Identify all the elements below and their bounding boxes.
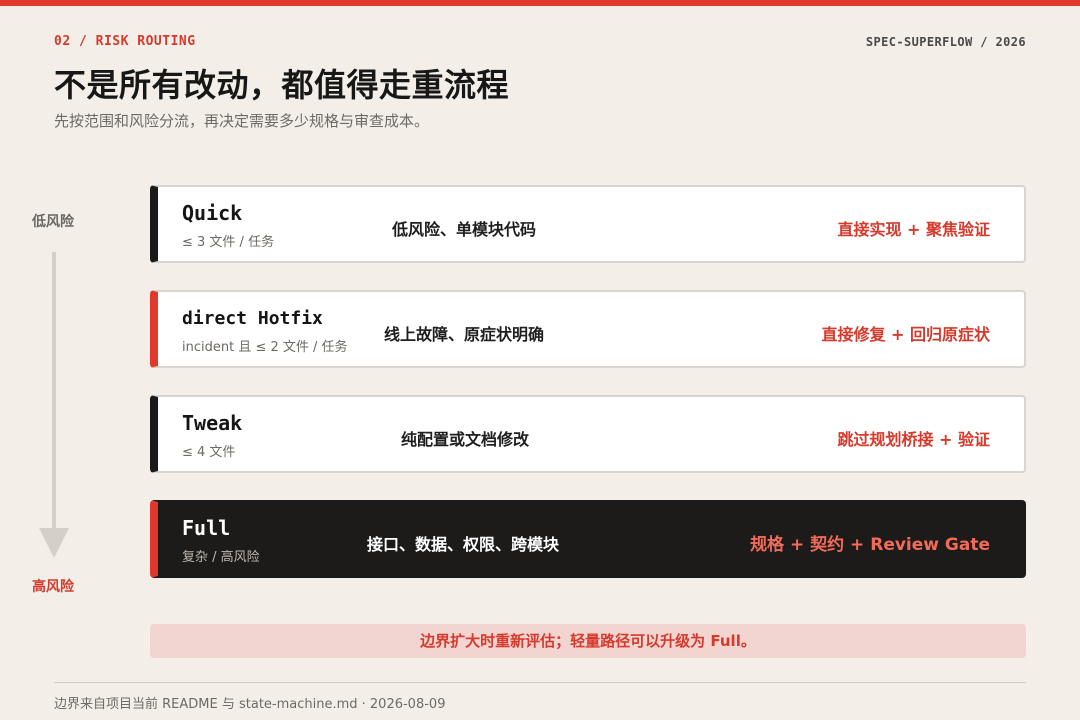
arrow-down-icon <box>39 528 69 558</box>
route-description: 纯配置或文档修改 <box>401 430 530 449</box>
route-action: 直接修复 + 回归原症状 <box>821 325 990 344</box>
risk-axis-line <box>52 252 56 532</box>
route-scope: ≤ 3 文件 / 任务 <box>182 235 275 250</box>
risk-low-label: 低风险 <box>32 214 74 230</box>
footer-divider <box>54 682 1026 683</box>
route-card-full: Full 复杂 / 高风险 接口、数据、权限、跨模块 规格 + 契约 + Rev… <box>150 500 1026 578</box>
route-scope: ≤ 4 文件 <box>182 445 236 460</box>
route-name: Quick <box>182 201 243 225</box>
route-name: direct Hotfix <box>182 308 323 329</box>
route-description: 线上故障、原症状明确 <box>384 325 545 344</box>
footer-source: 边界来自项目当前 README 与 state-machine.md · 202… <box>54 697 446 712</box>
section-kicker: 02 / RISK ROUTING <box>54 34 196 49</box>
route-card-quick: Quick ≤ 3 文件 / 任务 低风险、单模块代码 直接实现 + 聚焦验证 <box>150 185 1026 263</box>
route-card-tweak: Tweak ≤ 4 文件 纯配置或文档修改 跳过规划桥接 + 验证 <box>150 395 1026 473</box>
route-name: Full <box>182 516 231 540</box>
route-scope: 复杂 / 高风险 <box>182 550 260 565</box>
risk-high-label: 高风险 <box>32 579 74 595</box>
top-accent-bar <box>0 0 1080 6</box>
route-action: 直接实现 + 聚焦验证 <box>837 220 990 239</box>
brand-label: SPEC-SUPERFLOW / 2026 <box>865 35 1026 49</box>
route-description: 低风险、单模块代码 <box>392 220 537 239</box>
route-action: 跳过规划桥接 + 验证 <box>837 430 990 449</box>
reassessment-note: 边界扩大时重新评估；轻量路径可以升级为 Full。 <box>150 624 1026 658</box>
page-subtitle: 先按范围和风险分流，再决定需要多少规格与审查成本。 <box>54 112 430 130</box>
route-description: 接口、数据、权限、跨模块 <box>367 535 560 554</box>
route-scope: incident 且 ≤ 2 文件 / 任务 <box>182 340 348 355</box>
route-action: 规格 + 契约 + Review Gate <box>750 535 990 555</box>
route-card-hotfix: direct Hotfix incident 且 ≤ 2 文件 / 任务 线上故… <box>150 290 1026 368</box>
route-name: Tweak <box>182 411 243 435</box>
page-title: 不是所有改动，都值得走重流程 <box>54 66 510 104</box>
